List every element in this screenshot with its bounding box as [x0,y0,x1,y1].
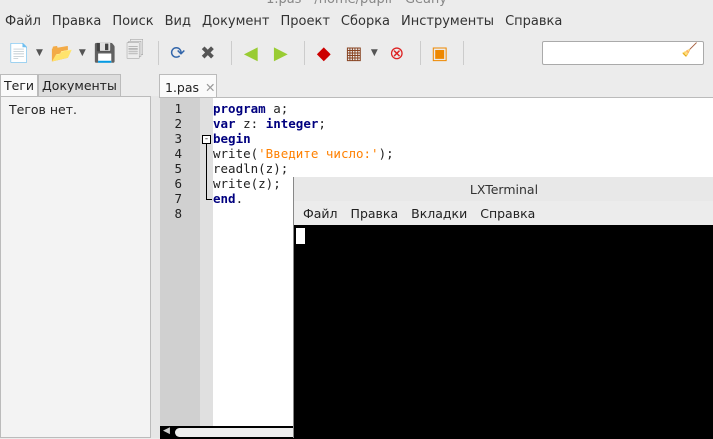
code-text: ); [378,146,394,161]
tab-documents[interactable]: Документы [38,74,121,96]
terminal-menu-edit[interactable]: Правка [345,201,406,225]
menu-project[interactable]: Проект [276,12,336,34]
build-dropdown[interactable]: ▼ [371,48,378,58]
separator [462,41,464,65]
keyword: end [213,191,236,206]
keyword: program [213,101,266,116]
lxterminal-window[interactable]: LXTerminal Файл Правка Вкладки Справка [293,177,713,438]
scroll-left-icon[interactable]: ◀ [163,426,170,436]
terminal-title: LXTerminal [294,177,713,201]
code-text: a; [265,101,289,116]
editor-tab-1pas[interactable]: 1.pas ✕ [159,74,217,98]
separator [230,41,232,65]
clear-broom-icon[interactable]: 🧹 [682,43,698,58]
color-chooser-icon[interactable]: ▣ [427,40,453,66]
open-file-icon[interactable]: 📂 [49,40,75,66]
code-line: readln(z); [213,161,289,176]
code-text: ; [318,116,326,131]
code-text: z: [235,116,266,131]
new-file-icon[interactable]: 📄 [6,40,32,66]
sidebar-tabs: Теги Документы [0,74,121,96]
save-all-icon[interactable]: 🗐 [122,40,148,66]
back-arrow-icon[interactable]: ◀ [238,40,264,66]
build-icon[interactable]: ▦ [341,40,367,66]
compile-icon[interactable]: ◆ [311,40,337,66]
string-literal: 'Введите число:' [258,146,379,161]
forward-arrow-icon[interactable]: ▶ [268,40,294,66]
line-number: 8 [174,206,182,221]
menu-help[interactable]: Справка [500,12,568,34]
pane-splitter[interactable] [151,96,160,438]
window-title: 1.pas - /home/pupil - Geany [0,0,713,10]
code-line: write(z); [213,176,281,191]
menu-edit[interactable]: Правка [47,12,107,34]
search-input[interactable]: 🧹 [542,41,704,65]
line-number: 2 [174,116,182,131]
code-line: var z: integer; [213,116,326,131]
open-dropdown[interactable]: ▼ [79,48,86,58]
save-icon[interactable]: 💾 [92,40,118,66]
menu-build[interactable]: Сборка [336,12,396,34]
terminal-menu-tabs[interactable]: Вкладки [405,201,474,225]
tab-tags[interactable]: Теги [0,74,39,96]
fold-margin: - [200,98,213,426]
fold-line [206,144,207,200]
terminal-menu-file[interactable]: Файл [297,201,345,225]
no-tags-text: Тегов нет. [9,102,77,117]
terminal-cursor [296,228,305,244]
terminal-menu-help[interactable]: Справка [474,201,542,225]
fold-end [206,199,212,200]
keyword: integer [265,116,319,131]
close-file-icon[interactable]: ✖ [195,40,221,66]
line-number: 6 [174,176,182,191]
line-number: 3 [174,131,182,146]
menu-view[interactable]: Вид [160,12,197,34]
menu-tools[interactable]: Инструменты [396,12,500,34]
code-text: write( [213,146,259,161]
tab-label: 1.pas [165,80,200,95]
line-number-gutter: 1 2 3 4 5 6 7 8 [160,98,200,426]
separator [157,41,159,65]
new-dropdown[interactable]: ▼ [36,48,43,58]
menubar: Файл Правка Поиск Вид Документ Проект Сб… [0,12,568,34]
line-number: 1 [174,101,182,116]
code-line: end. [213,191,243,206]
separator [303,41,305,65]
stop-icon[interactable]: ⊗ [384,40,410,66]
menu-search[interactable]: Поиск [107,12,159,34]
menu-document[interactable]: Документ [197,12,276,34]
close-tab-icon[interactable]: ✕ [205,80,215,95]
code-text: . [235,191,244,206]
menu-file[interactable]: Файл [0,12,47,34]
line-number: 5 [174,161,182,176]
line-number: 7 [174,191,182,206]
keyword: var [213,116,236,131]
separator [419,41,421,65]
code-line: program a; [213,101,288,116]
code-line: begin [213,131,251,146]
line-number: 4 [174,146,182,161]
code-line: write('Введите число:'); [213,146,394,161]
terminal-menubar: Файл Правка Вкладки Справка [294,201,713,225]
sidebar-panel: Тегов нет. [0,96,151,438]
reload-icon[interactable]: ⟳ [165,40,191,66]
fold-toggle-icon[interactable]: - [202,135,211,144]
